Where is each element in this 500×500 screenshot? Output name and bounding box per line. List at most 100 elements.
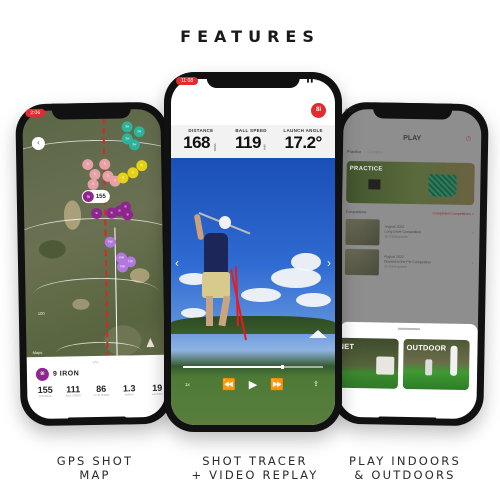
stat-label: CLUB SPEED: [93, 393, 110, 398]
hitting-mat-image: [368, 179, 381, 190]
competition-text: August 2022 Long Drive Competition 30 Pa…: [384, 220, 421, 247]
status-time: 4:27: [344, 107, 355, 115]
chevron-left-icon[interactable]: ‹: [175, 256, 179, 270]
range-balls: [309, 330, 327, 338]
golfer-leg: [206, 296, 213, 326]
phone-notch: [51, 102, 131, 120]
competition-thumbnail: [345, 218, 380, 246]
golf-bag-image: [425, 359, 433, 376]
caption-line: & OUTDOORS: [354, 468, 456, 482]
tab-combine[interactable]: Combine: [367, 149, 383, 154]
stat-club-speed: 86 CLUB SPEED: [89, 384, 113, 397]
play-mode-sheet: NET OUTDOOR: [338, 321, 478, 420]
stat-label: DISTANCE: [39, 394, 52, 398]
play-icon[interactable]: ▶: [249, 378, 257, 391]
caption-gps-shot-map: GPS SHOT MAP: [20, 454, 170, 482]
competition-thumbnail: [344, 248, 380, 276]
shot-stats: 155 DISTANCE 111 BALL SPEED 86 CLUB SPEE…: [33, 383, 166, 398]
competition-item[interactable]: August 2022 Long Drive Competition 30 Pa…: [345, 218, 474, 247]
rewind-icon[interactable]: ⏪: [222, 378, 236, 391]
cloud: [296, 293, 331, 307]
video-player[interactable]: ‹ › 1x ⏪ ▶ ⏩ ⇪: [171, 158, 335, 425]
phone-notch: [373, 102, 453, 120]
home-indicator: [378, 416, 437, 421]
stat-label: LAUNCH: [152, 392, 163, 397]
stat-value: 19: [152, 382, 163, 394]
chevron-right-icon: ›: [472, 230, 474, 236]
scrubber-handle[interactable]: [280, 364, 284, 369]
fast-forward-icon[interactable]: ⏩: [270, 378, 284, 391]
tab-practice[interactable]: Practice: [347, 149, 362, 154]
caption-line: GPS SHOT: [56, 454, 134, 468]
status-icons: ▮▮ ◠ ▭: [306, 78, 330, 84]
chevron-left-icon: ‹: [36, 137, 40, 147]
status-time: 2:06: [25, 108, 46, 118]
practice-card[interactable]: PRACTICE: [346, 160, 475, 206]
stat-value: 86: [96, 383, 107, 394]
competition-item[interactable]: August 2022 Closest to the Pin Competiti…: [344, 248, 473, 277]
scrubber-progress: [183, 366, 283, 368]
share-icon[interactable]: ⇪: [313, 380, 319, 388]
caption-line: PLAY INDOORS: [349, 454, 461, 468]
play-tabs: Practice Combine: [347, 149, 384, 155]
metric-launch-angle: LAUNCH ANGLE 17.2°: [283, 128, 322, 155]
phone-notch: [206, 72, 300, 88]
metric-unit: MPH: [262, 144, 267, 150]
completed-competitions-link[interactable]: Completed Competitions >: [433, 211, 474, 216]
metric-ball-speed: BALL SPEED 119 MPH: [235, 128, 267, 155]
stat-value: 155: [37, 384, 53, 396]
chevron-up-icon[interactable]: ︿: [93, 356, 99, 365]
shot-distance-value: 155: [95, 193, 106, 200]
club-badge[interactable]: 8i: [311, 103, 326, 118]
stat-launch: 19 LAUNCH: [145, 383, 166, 396]
cloud: [271, 268, 321, 288]
gps-map-screen: 3w 3w 3w 3w 7i 7i 7i 7i 7i 7i 5i 5i 5i 9…: [22, 108, 166, 420]
sheet-handle[interactable]: [397, 327, 420, 330]
shot-metrics: DISTANCE 168 YARDS BALL SPEED 119 MPH LAUN…: [171, 125, 335, 158]
stat-value: 1.3: [122, 383, 136, 394]
cloud: [241, 288, 281, 302]
shot-distance-tag[interactable]: 9i 155: [81, 189, 110, 204]
golfer-shorts: [202, 272, 230, 298]
playback-scrubber[interactable]: [183, 364, 323, 369]
selected-club[interactable]: 9i 9 IRON: [35, 367, 80, 382]
competitions-title: Competitions: [345, 209, 367, 215]
caption-line: SHOT TRACER: [202, 454, 308, 468]
club-badge: 9i: [82, 190, 94, 203]
stat-distance: 155 DISTANCE: [33, 385, 57, 398]
golfer-image: [450, 345, 458, 376]
shot-details-panel: ︿ 9i 9 IRON 155 DISTANCE 111 BALL SPEED …: [26, 354, 166, 420]
metric-value: 17.2°: [284, 133, 322, 152]
playback-controls: ⏪ ▶ ⏩: [171, 378, 335, 391]
club-name: 9 IRON: [52, 370, 80, 378]
caption-play-indoors-outdoors: PLAY INDOORS & OUTDOORS: [330, 454, 480, 482]
screen-title: PLAY: [403, 134, 422, 143]
status-time: 11:08: [176, 77, 199, 85]
hitting-net-image: [376, 356, 395, 375]
phone-shot-tracer: 8i DISTANCE 168 YARDS BALL SPEED 119 MPH L…: [164, 72, 342, 432]
cloud: [291, 253, 321, 271]
club-badge: 9i: [35, 367, 50, 382]
phone-gps-shot-map: 3w 3w 3w 3w 7i 7i 7i 7i 7i 7i 5i 5i 5i 9…: [15, 101, 173, 427]
mode-label: OUTDOOR: [406, 342, 447, 353]
stat-ball-speed: 111 BALL SPEED: [61, 384, 85, 397]
stat-label: BALL SPEED: [65, 394, 81, 398]
distance-arc: [22, 216, 166, 260]
chevron-right-icon[interactable]: ›: [327, 256, 331, 270]
mode-card-outdoor[interactable]: OUTDOOR: [402, 338, 470, 391]
timer-icon[interactable]: ⏱: [466, 136, 472, 144]
ball-basket-image: [428, 174, 457, 197]
maps-attribution: Maps: [32, 349, 43, 356]
caption-line: MAP: [79, 468, 111, 482]
caption-line: + VIDEO REPLAY: [191, 468, 319, 482]
shot-tracer-screen: 8i DISTANCE 168 YARDS BALL SPEED 119 MPH L…: [171, 79, 335, 425]
phone-play-modes: PLAY ⏱ Practice Combine PRACTICE Competi…: [331, 101, 489, 427]
competitions-header: Competitions Completed Competitions >: [346, 210, 474, 216]
compass-icon[interactable]: [146, 337, 155, 348]
practice-card-label: PRACTICE: [349, 165, 383, 173]
play-screen: PLAY ⏱ Practice Combine PRACTICE Competi…: [338, 108, 482, 420]
mode-card-net[interactable]: NET: [338, 337, 399, 389]
golfer-cap: [219, 216, 231, 229]
competition-meta: 30 Participants: [384, 234, 408, 239]
caption-shot-tracer: SHOT TRACER + VIDEO REPLAY: [170, 454, 340, 482]
